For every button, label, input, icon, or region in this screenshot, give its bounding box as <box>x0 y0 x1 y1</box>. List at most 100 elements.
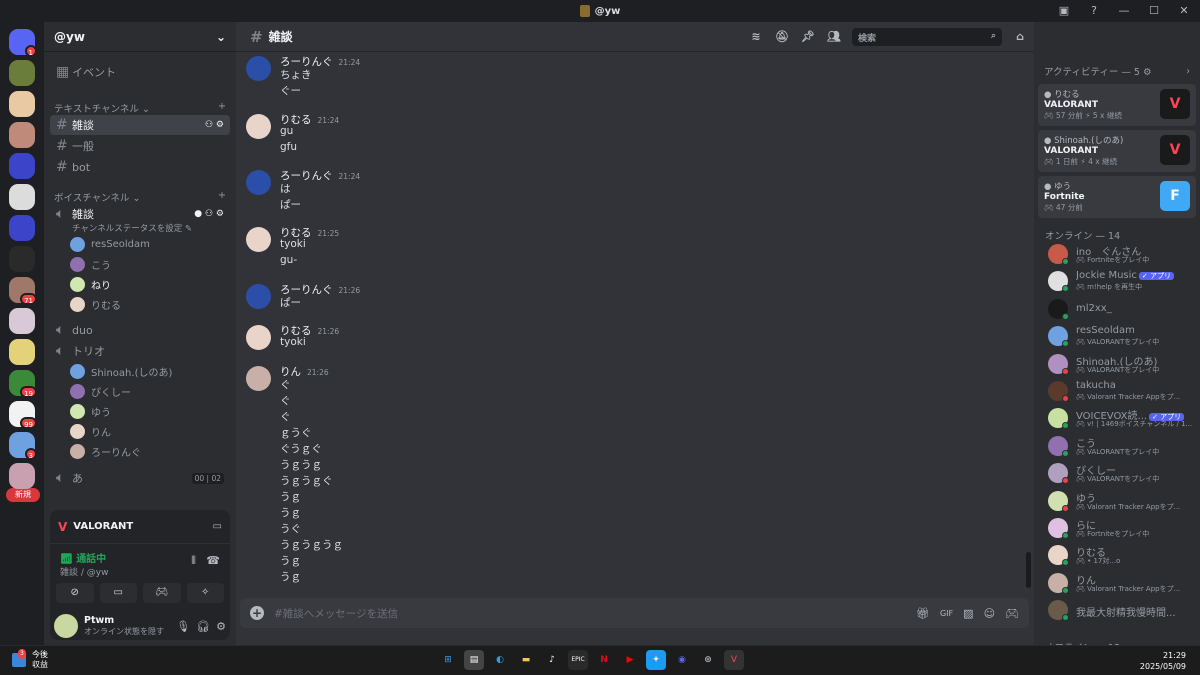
server-icon[interactable] <box>9 463 35 489</box>
activity-card[interactable]: ● りむる VALORANT 🎮︎ 57 分前 ⚡ 5 x 継続 V <box>1038 84 1196 126</box>
message-composer[interactable]: + #雑談へメッセージを送信 🎁︎ GIF ▨ ☺ 🎮︎ <box>240 598 1029 628</box>
member-item[interactable]: らに 🎮︎ Fortniteをプレイ中 <box>1048 516 1198 540</box>
windows-start-icon[interactable]: ⊞ <box>438 650 458 670</box>
message-group[interactable]: ろーりんぐ 21:24 ちょき ぐー <box>244 54 1004 106</box>
activity-card[interactable]: ● Shinoah.(しのあ) VALORANT 🎮︎ 1 日前 ⚡ 4 x 継続 V <box>1038 130 1196 172</box>
tiktok-icon[interactable]: ♪ <box>542 650 562 670</box>
server-icon[interactable] <box>9 215 35 241</box>
channel-ippan[interactable]: # 一般 <box>50 136 230 156</box>
notification-bell-icon[interactable]: 🔕︎ <box>774 29 790 45</box>
screen-share-icon[interactable]: ▭ <box>213 521 222 532</box>
close-button[interactable]: ✕ <box>1176 3 1192 19</box>
member-item[interactable]: こう 🎮︎ VALORANTをプレイ中 <box>1048 434 1198 458</box>
voice-user[interactable]: ゆう <box>70 404 111 419</box>
channel-settings-icon[interactable]: ⚇ ⚙ <box>205 120 224 130</box>
message-group[interactable]: ろーりんぐ 21:26 ぱー <box>244 282 1004 318</box>
apps-icon[interactable]: 🎮︎ <box>1005 607 1019 620</box>
voice-user[interactable]: ねり <box>70 277 111 292</box>
server-icon[interactable] <box>9 60 35 86</box>
epic-games-icon[interactable]: EPIC <box>568 650 588 670</box>
member-item[interactable]: りん 🎮︎ Valorant Tracker Appをプ... <box>1048 571 1198 595</box>
avatar[interactable] <box>246 366 271 391</box>
channel-bot[interactable]: # bot <box>50 157 230 177</box>
member-item[interactable]: takucha 🎮︎ Valorant Tracker Appをプ... <box>1048 379 1198 403</box>
channel-zatsudan[interactable]: # 雑談 ⚇ ⚙ <box>50 115 230 135</box>
activity-row[interactable]: V VALORANT ▭ <box>50 510 230 544</box>
new-servers-button[interactable]: 新規 <box>6 488 40 502</box>
message-group[interactable]: りむる 21:24 gu gfu <box>244 112 1004 164</box>
disconnect-icon[interactable]: ☎ <box>206 554 220 567</box>
member-item[interactable]: ゆう 🎮︎ Valorant Tracker Appをプ... <box>1048 489 1198 513</box>
member-list-icon[interactable]: 👥︎ <box>826 29 842 45</box>
voice-channel-category[interactable]: ボイスチャンネル ⌄ + <box>54 190 226 204</box>
server-icon[interactable]: 1 <box>9 29 37 57</box>
voice-user[interactable]: りむる <box>70 297 121 312</box>
avatar[interactable] <box>246 325 271 350</box>
activity-card[interactable]: ● ゆう Fortnite 🎮︎ 47 分前 F <box>1038 176 1196 218</box>
member-item[interactable]: Shinoah.(しのあ) 🎮︎ VALORANTをプレイ中 <box>1048 352 1198 376</box>
add-channel-icon[interactable]: + <box>218 190 226 204</box>
member-item[interactable]: Jockie Music ✓ アプリ 🎮︎ m!help を再生中 <box>1048 269 1198 293</box>
message-group[interactable]: りむる 21:26 tyoki <box>244 323 1004 359</box>
avatar[interactable] <box>246 284 271 309</box>
events-item[interactable]: ▦ イベント <box>50 62 230 82</box>
twitter-icon[interactable]: ✦ <box>646 650 666 670</box>
member-item[interactable]: resSeoldam 🎮︎ VALORANTをプレイ中 <box>1048 324 1198 348</box>
add-channel-icon[interactable]: + <box>218 101 226 115</box>
server-icon[interactable] <box>9 339 35 365</box>
file-explorer-icon[interactable]: ▬ <box>516 650 536 670</box>
voice-user[interactable]: こう <box>70 257 111 272</box>
member-item[interactable]: VOICEVOX読... ✓ アプリ 🎮︎ v! | 1469ボイスチャンネル / … <box>1048 406 1198 430</box>
server-icon[interactable]: 19 <box>9 370 37 398</box>
inbox-icon[interactable]: ▣ <box>1056 3 1072 19</box>
attach-plus-icon[interactable]: + <box>250 606 264 620</box>
avatar[interactable] <box>246 170 271 195</box>
activities-button[interactable]: 🎮︎ <box>143 583 181 603</box>
pin-icon[interactable]: 📌︎ <box>800 29 816 45</box>
server-icon[interactable] <box>9 308 35 334</box>
voice-user[interactable]: ぴくしー <box>70 384 131 399</box>
server-icon[interactable]: 99 <box>9 401 37 429</box>
maximize-button[interactable]: ☐ <box>1146 3 1162 19</box>
voice-channel-duo[interactable]: 🔈︎ duo <box>50 320 230 340</box>
search-input[interactable]: 検索 ⌕ <box>852 28 1002 46</box>
avatar[interactable] <box>54 614 78 638</box>
discord-icon[interactable]: ◉ <box>672 650 692 670</box>
voice-channel-actions-icon[interactable]: ● ⚇ ⚙ <box>194 209 224 219</box>
task-view-icon[interactable]: ▤ <box>464 650 484 670</box>
member-item[interactable]: 我最大射精我慢時間... <box>1048 598 1198 622</box>
screen-share-button[interactable]: ▭ <box>99 583 137 603</box>
server-icon[interactable]: 3 <box>9 432 37 460</box>
emoji-icon[interactable]: ☺ <box>984 607 995 620</box>
member-item[interactable]: ml2xx_ <box>1048 297 1198 321</box>
member-item[interactable]: りむる 🎮︎ • 17対...o <box>1048 543 1198 567</box>
message-group[interactable]: りむる 21:25 tyoki gu- <box>244 225 1004 277</box>
steam-icon[interactable]: ⊛ <box>698 650 718 670</box>
gif-icon[interactable]: GIF <box>940 609 953 618</box>
valorant-icon[interactable]: V <box>724 650 744 670</box>
voice-user[interactable]: Shinoah.(しのあ) <box>70 364 172 379</box>
voice-channel-a[interactable]: 🔈︎ あ 00 | 02 <box>50 468 230 488</box>
voice-status-setter[interactable]: チャンネルステータスを設定 ✎ <box>72 222 192 234</box>
chevron-right-icon[interactable]: › <box>1186 66 1190 77</box>
soundboard-button[interactable]: ✧ <box>186 583 224 603</box>
voice-user[interactable]: ろーりんぐ <box>70 444 141 459</box>
minimize-button[interactable]: — <box>1116 3 1132 19</box>
server-icon[interactable] <box>9 91 35 117</box>
avatar[interactable] <box>246 227 271 252</box>
message-input[interactable]: #雑談へメッセージを送信 <box>274 606 906 621</box>
text-channel-category[interactable]: テキストチャンネル ⌄ + <box>54 101 226 115</box>
server-icon[interactable]: 71 <box>9 277 37 305</box>
threads-icon[interactable]: ≋ <box>748 29 764 45</box>
voice-channel-zatsudan[interactable]: 🔈︎ 雑談 ● ⚇ ⚙ <box>50 204 230 224</box>
system-clock[interactable]: 21:29 2025/05/09 <box>1140 650 1186 672</box>
server-icon[interactable] <box>9 246 35 272</box>
weather-widget[interactable]: 3 今後 収益 <box>12 649 48 670</box>
server-icon[interactable] <box>9 184 35 210</box>
voice-user[interactable]: resSeoldam <box>70 237 150 252</box>
sticker-icon[interactable]: ▨ <box>963 607 973 620</box>
youtube-icon[interactable]: ▶ <box>620 650 640 670</box>
server-header[interactable]: @yw ⌄ <box>44 22 236 52</box>
gift-icon[interactable]: 🎁︎ <box>916 607 930 620</box>
gear-icon[interactable]: ⚙ <box>216 620 226 633</box>
